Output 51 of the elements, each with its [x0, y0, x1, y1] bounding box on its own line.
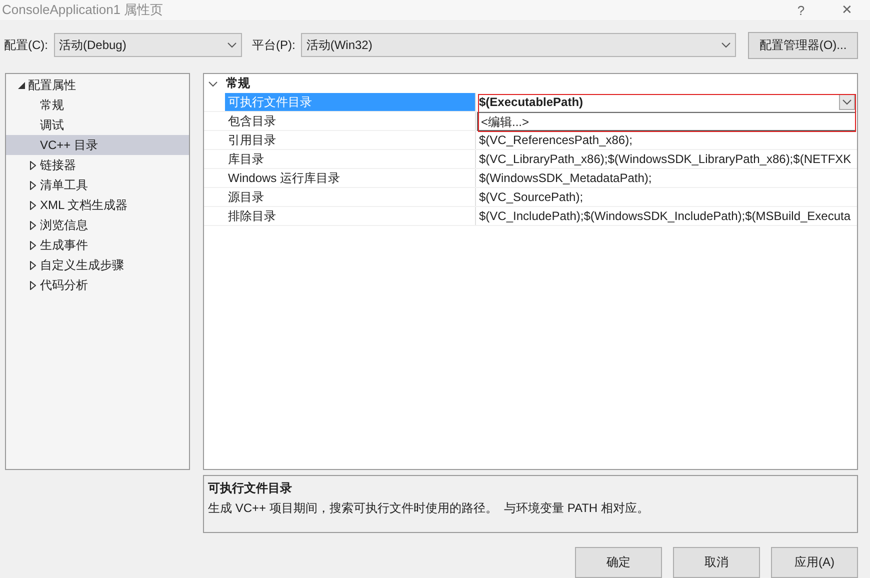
property-name[interactable]: 源目录 [225, 188, 476, 206]
property-value: $(VC_ReferencesPath_x86); [479, 133, 634, 147]
collapsed-arrow-icon[interactable] [30, 220, 36, 230]
chevron-down-icon [842, 99, 852, 105]
property-name[interactable]: 排除目录 [225, 207, 476, 225]
property-value: $(ExecutablePath) [479, 95, 584, 109]
chevron-down-icon [227, 42, 237, 48]
category-header[interactable]: 常规 [204, 74, 857, 93]
chevron-down-icon [721, 42, 731, 48]
tree-item[interactable]: 调试 [6, 115, 189, 135]
collapsed-arrow-icon[interactable] [30, 240, 36, 250]
dialog-button[interactable]: 确定 [575, 547, 662, 578]
dialog-button[interactable]: 取消 [673, 547, 760, 578]
category-label: 常规 [226, 75, 250, 92]
collapsed-arrow-icon[interactable] [30, 260, 36, 270]
tree-item[interactable]: VC++ 目录 [6, 135, 189, 155]
config-dropdown[interactable]: 活动(Debug) [54, 33, 242, 57]
config-manager-button[interactable]: 配置管理器(O)... [748, 32, 858, 58]
collapsed-arrow-icon[interactable] [30, 180, 36, 190]
window-title: ConsoleApplication1 属性页 [1, 1, 164, 19]
platform-dropdown[interactable]: 活动(Win32) [301, 33, 736, 57]
chevron-down-icon [208, 80, 218, 86]
tree-item[interactable]: 生成事件 [6, 235, 189, 255]
dialog-button[interactable]: 应用(A) [771, 547, 858, 578]
collapsed-arrow-icon[interactable] [30, 160, 36, 170]
description-title: 可执行文件目录 [208, 480, 293, 497]
property-name[interactable]: Windows 运行库目录 [225, 169, 476, 187]
dropdown-option[interactable]: <编辑...> [481, 115, 530, 129]
property-name[interactable]: 库目录 [225, 150, 476, 168]
property-value: $(VC_LibraryPath_x86);$(WindowsSDK_LibraryPath_x86);$(NETFXK [479, 152, 852, 166]
dropdown-button[interactable] [839, 94, 855, 110]
tree-item[interactable]: 自定义生成步骤 [6, 255, 189, 275]
tree-item[interactable]: 常规 [6, 95, 189, 115]
close-button[interactable]: ✕ [824, 0, 870, 20]
tree-item[interactable]: 配置属性 [6, 75, 189, 95]
property-value: $(VC_IncludePath);$(WindowsSDK_IncludePath);$(MSBuild_Executa [479, 209, 852, 223]
tree-item[interactable]: 清单工具 [6, 175, 189, 195]
tree-item[interactable]: 浏览信息 [6, 215, 189, 235]
property-value: $(WindowsSDK_MetadataPath); [479, 171, 653, 185]
platform-label: 平台(P): [252, 36, 296, 54]
expanded-arrow-icon[interactable] [18, 82, 24, 88]
tree-item[interactable]: 链接器 [6, 155, 189, 175]
property-name[interactable]: 包含目录 [225, 112, 476, 130]
help-button[interactable]: ? [778, 0, 824, 20]
collapsed-arrow-icon[interactable] [30, 200, 36, 210]
property-value: $(VC_SourcePath); [479, 190, 584, 204]
description-text: 生成 VC++ 项目期间，搜索可执行文件时使用的路径。 与环境变量 PATH 相对应。 [208, 500, 650, 517]
tree-item[interactable]: XML 文档生成器 [6, 195, 189, 215]
tree-item[interactable]: 代码分析 [6, 275, 189, 295]
collapsed-arrow-icon[interactable] [30, 280, 36, 290]
config-label: 配置(C): [4, 36, 48, 54]
